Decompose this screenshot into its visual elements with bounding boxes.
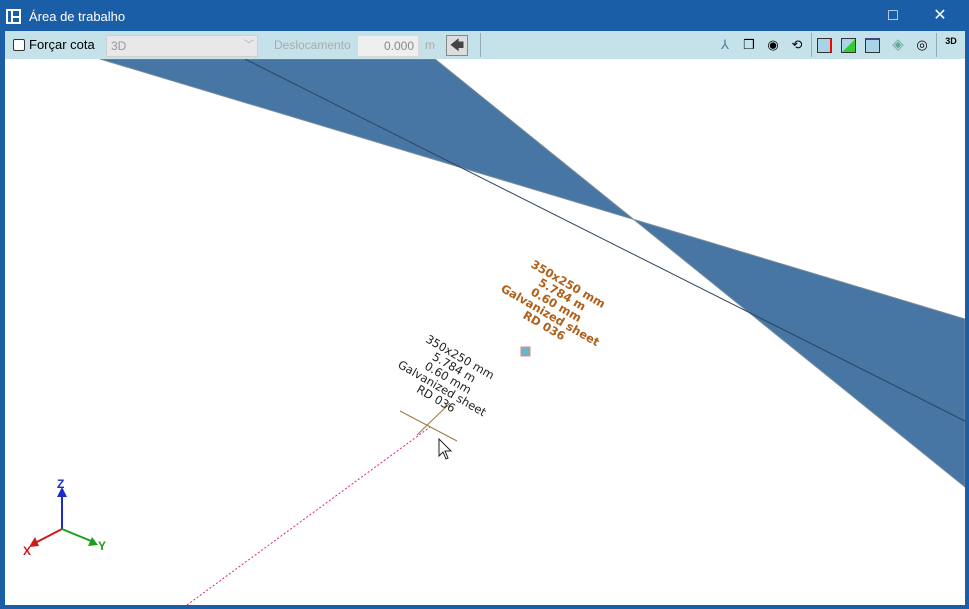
route-preview-line [186, 426, 431, 605]
layers-icon[interactable]: ◈ [889, 36, 907, 54]
axis-x-label: X [23, 544, 32, 558]
hide-icon[interactable]: ◎ [913, 36, 931, 54]
toolbar: Forçar cota 3D ﹀ Deslocamento 0.000 m 🡄 ⅄… [5, 31, 965, 59]
separator [936, 33, 937, 57]
title-bar: Área de trabalho □ ✕ [0, 0, 969, 31]
3d-settings-icon[interactable]: 3D [942, 36, 960, 54]
section-blue-icon[interactable] [865, 38, 880, 53]
cursor-icon [438, 437, 453, 460]
offset-label: Deslocamento [274, 38, 351, 52]
cube-icon[interactable]: ❒ [740, 36, 758, 54]
view-combo[interactable]: 3D ﹀ [106, 35, 258, 57]
orbit-view-icon[interactable]: ◉ [764, 36, 782, 54]
close-button[interactable]: ✕ [925, 4, 955, 28]
axis-gizmo [29, 487, 98, 547]
separator [480, 33, 481, 57]
axes-icon[interactable]: ⅄ [716, 36, 734, 54]
offset-input[interactable]: 0.000 [357, 35, 419, 57]
axis-y-label: Y [98, 539, 107, 553]
selection-handle[interactable] [520, 346, 531, 357]
crosshair-line [399, 410, 458, 442]
window-title: Área de trabalho [29, 9, 126, 24]
3d-viewport[interactable]: Z X Y 350x250 mm 5.784 m 0.60 mm Galvani… [5, 59, 965, 605]
offset-unit: m [425, 38, 435, 52]
app-icon [6, 9, 21, 24]
force-dimension-checkbox[interactable] [13, 39, 25, 51]
duct-centerline [244, 59, 965, 422]
view-combo-value: 3D [111, 39, 127, 53]
maximize-button[interactable]: □ [878, 4, 908, 28]
chevron-down-icon: ﹀ [244, 40, 254, 51]
section-green-icon[interactable] [841, 38, 856, 53]
axis-z-label: Z [57, 477, 65, 491]
separator [811, 33, 812, 57]
back-arrow-button[interactable]: 🡄 [446, 35, 468, 56]
force-dimension-label: Forçar cota [29, 37, 95, 52]
section-red-icon[interactable] [817, 38, 832, 53]
rotate-icon[interactable]: ⟲ [788, 36, 806, 54]
